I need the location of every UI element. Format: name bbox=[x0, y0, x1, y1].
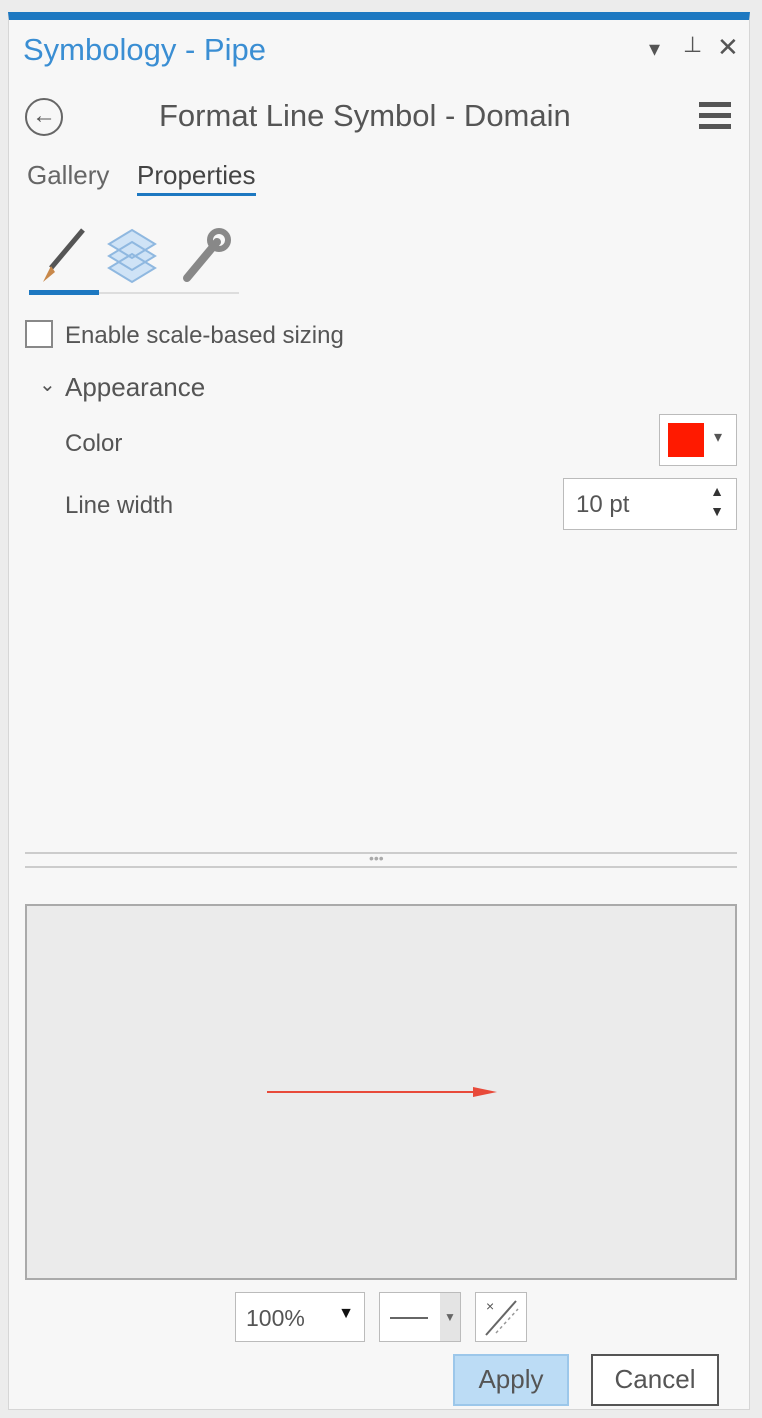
pane-menu-icon[interactable]: ▾ bbox=[649, 36, 660, 62]
spinner-icon[interactable]: ▲ ▼ bbox=[710, 481, 724, 521]
tab-properties[interactable]: Properties bbox=[137, 160, 256, 196]
grip-icon[interactable]: ••• bbox=[369, 850, 384, 866]
page-title: Format Line Symbol - Domain bbox=[159, 98, 571, 133]
zoom-dropdown[interactable]: 100% ▼ bbox=[235, 1292, 365, 1342]
color-swatch bbox=[668, 423, 704, 457]
close-icon[interactable]: ✕ bbox=[717, 32, 739, 63]
toggle-geometry-button[interactable]: × bbox=[475, 1292, 527, 1342]
symbol-preview bbox=[25, 904, 737, 1280]
menu-icon[interactable] bbox=[699, 102, 731, 129]
splitter-line bbox=[25, 866, 737, 868]
tab-gallery[interactable]: Gallery bbox=[27, 160, 109, 191]
line-width-value: 10 pt bbox=[576, 491, 630, 518]
line-width-input[interactable]: 10 pt ▲ ▼ bbox=[563, 478, 737, 530]
line-style-dropdown[interactable]: ▼ bbox=[379, 1292, 461, 1342]
line-width-label: Line width bbox=[65, 492, 174, 519]
caret-down-icon: ▼ bbox=[338, 1305, 354, 1322]
chevron-down-icon[interactable]: ⌄ bbox=[39, 372, 56, 397]
dropdown-arrow-icon: ▾ bbox=[714, 429, 723, 446]
cancel-button[interactable]: Cancel bbox=[591, 1354, 719, 1406]
color-picker[interactable]: ▾ bbox=[659, 414, 737, 466]
pin-icon[interactable]: ⊥ bbox=[683, 32, 702, 58]
color-label: Color bbox=[65, 430, 123, 457]
appearance-heading[interactable]: Appearance bbox=[65, 372, 205, 403]
line-toggle-icon: × bbox=[485, 1298, 519, 1336]
wrench-icon[interactable] bbox=[177, 226, 233, 286]
apply-button[interactable]: Apply bbox=[453, 1354, 569, 1406]
paintbrush-icon[interactable] bbox=[35, 226, 91, 286]
scale-sizing-checkbox[interactable] bbox=[25, 320, 53, 348]
svg-text:×: × bbox=[486, 1298, 494, 1314]
preview-line bbox=[267, 1087, 497, 1097]
back-icon[interactable]: ← bbox=[25, 98, 63, 136]
line-style-icon bbox=[390, 1317, 428, 1319]
caret-down-icon: ▼ bbox=[440, 1293, 460, 1341]
layers-icon[interactable] bbox=[105, 226, 159, 286]
scale-sizing-label: Enable scale-based sizing bbox=[65, 322, 344, 349]
zoom-value: 100% bbox=[246, 1305, 305, 1331]
subtab-indicator bbox=[29, 290, 99, 295]
symbology-pane: Symbology - Pipe ▾ ⊥ ✕ ← Format Line Sym… bbox=[8, 12, 750, 1410]
pane-title: Symbology - Pipe bbox=[23, 32, 266, 67]
